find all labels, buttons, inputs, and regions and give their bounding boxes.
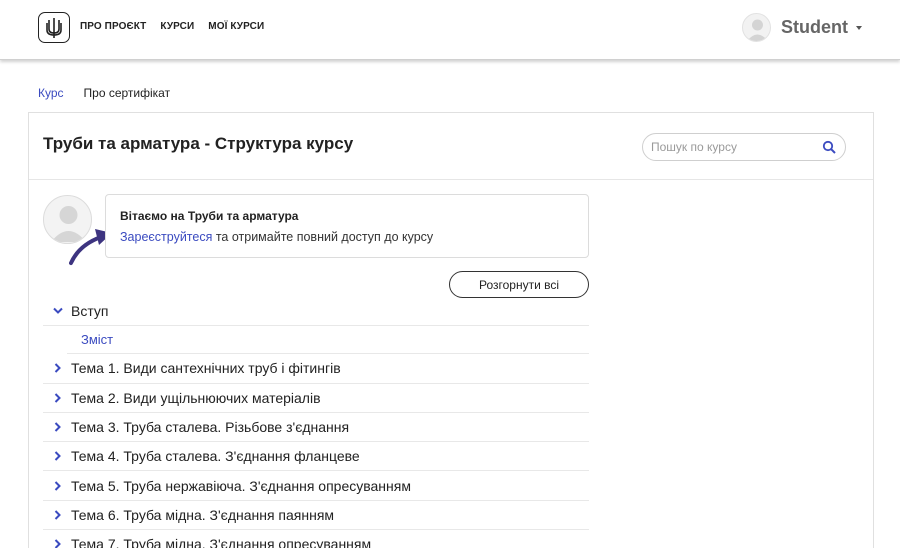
- section-item[interactable]: Тема 7. Труба мідна. З'єднання опресуван…: [43, 530, 589, 548]
- site-header: ПРО ПРОЄКТ КУРСИ МОЇ КУРСИ Student: [0, 0, 900, 60]
- chevron-right-icon: [51, 420, 65, 434]
- chevron-down-icon: [51, 304, 65, 318]
- welcome-text-rest: та отримайте повний доступ до курсу: [212, 230, 434, 244]
- welcome-message: Вітаємо на Труби та арматура Зареєструйт…: [105, 194, 589, 258]
- welcome-text: Зареєструйтеся та отримайте повний досту…: [120, 230, 433, 244]
- section-title: Вступ: [71, 303, 109, 320]
- section-item[interactable]: Тема 3. Труба сталева. Різьбове з'єднанн…: [43, 413, 589, 443]
- course-outline: Вступ Зміст Тема 1. Види сантехнічних тр…: [43, 297, 589, 548]
- section-title: Тема 3. Труба сталева. Різьбове з'єднанн…: [71, 419, 350, 436]
- tab-about-certificate[interactable]: Про сертифікат: [74, 86, 181, 115]
- search-icon[interactable]: [822, 140, 837, 155]
- chevron-right-icon: [51, 361, 65, 375]
- nav-about-project[interactable]: ПРО ПРОЄКТ: [80, 21, 146, 32]
- section-item[interactable]: Тема 4. Труба сталева. З'єднання фланцев…: [43, 442, 589, 472]
- register-link[interactable]: Зареєструйтеся: [120, 230, 212, 244]
- course-outline-panel: Труби та арматура - Структура курсу Віта…: [28, 112, 874, 548]
- course-search: [642, 133, 846, 161]
- panel-header: Труби та арматура - Структура курсу: [29, 113, 873, 180]
- section-item[interactable]: Тема 1. Види сантехнічних труб і фітингі…: [43, 354, 589, 384]
- section-item[interactable]: Тема 6. Труба мідна. З'єднання паянням: [43, 501, 589, 531]
- section-item[interactable]: Тема 5. Труба нержавіюча. З'єднання опре…: [43, 471, 589, 501]
- section-title: Тема 6. Труба мідна. З'єднання паянням: [71, 506, 335, 523]
- section-title: Тема 7. Труба мідна. З'єднання опресуван…: [71, 536, 372, 548]
- chevron-right-icon: [51, 391, 65, 405]
- search-input[interactable]: [651, 134, 821, 160]
- tab-course[interactable]: Курс: [28, 86, 74, 115]
- chevron-right-icon: [51, 449, 65, 463]
- nav-my-courses[interactable]: МОЇ КУРСИ: [208, 21, 264, 32]
- welcome-title: Вітаємо на Труби та арматура: [120, 209, 299, 223]
- user-menu[interactable]: Student: [742, 13, 862, 42]
- nav-courses[interactable]: КУРСИ: [160, 21, 194, 32]
- trident-logo-icon[interactable]: [38, 12, 70, 43]
- main-nav: ПРО ПРОЄКТ КУРСИ МОЇ КУРСИ: [80, 21, 264, 32]
- section-title: Тема 5. Труба нержавіюча. З'єднання опре…: [71, 477, 411, 494]
- section-title: Тема 4. Труба сталева. З'єднання фланцев…: [71, 448, 360, 465]
- page-title: Труби та арматура - Структура курсу: [43, 134, 354, 153]
- expand-all-button[interactable]: Розгорнути всі: [449, 271, 589, 298]
- chevron-right-icon: [51, 479, 65, 493]
- course-tabs: Курс Про сертифікат: [28, 86, 180, 115]
- section-intro[interactable]: Вступ: [43, 297, 589, 327]
- section-title: Тема 2. Види ущільнюючих матеріалів: [71, 389, 321, 406]
- chevron-right-icon: [51, 537, 65, 548]
- section-item[interactable]: Тема 2. Види ущільнюючих матеріалів: [43, 384, 589, 413]
- user-name: Student: [781, 17, 848, 37]
- chevron-right-icon: [51, 508, 65, 522]
- subsection-contents[interactable]: Зміст: [67, 326, 589, 355]
- user-avatar-icon: [742, 13, 771, 42]
- section-title: Тема 1. Види сантехнічних труб і фітингі…: [71, 360, 341, 377]
- caret-down-icon: [856, 25, 862, 30]
